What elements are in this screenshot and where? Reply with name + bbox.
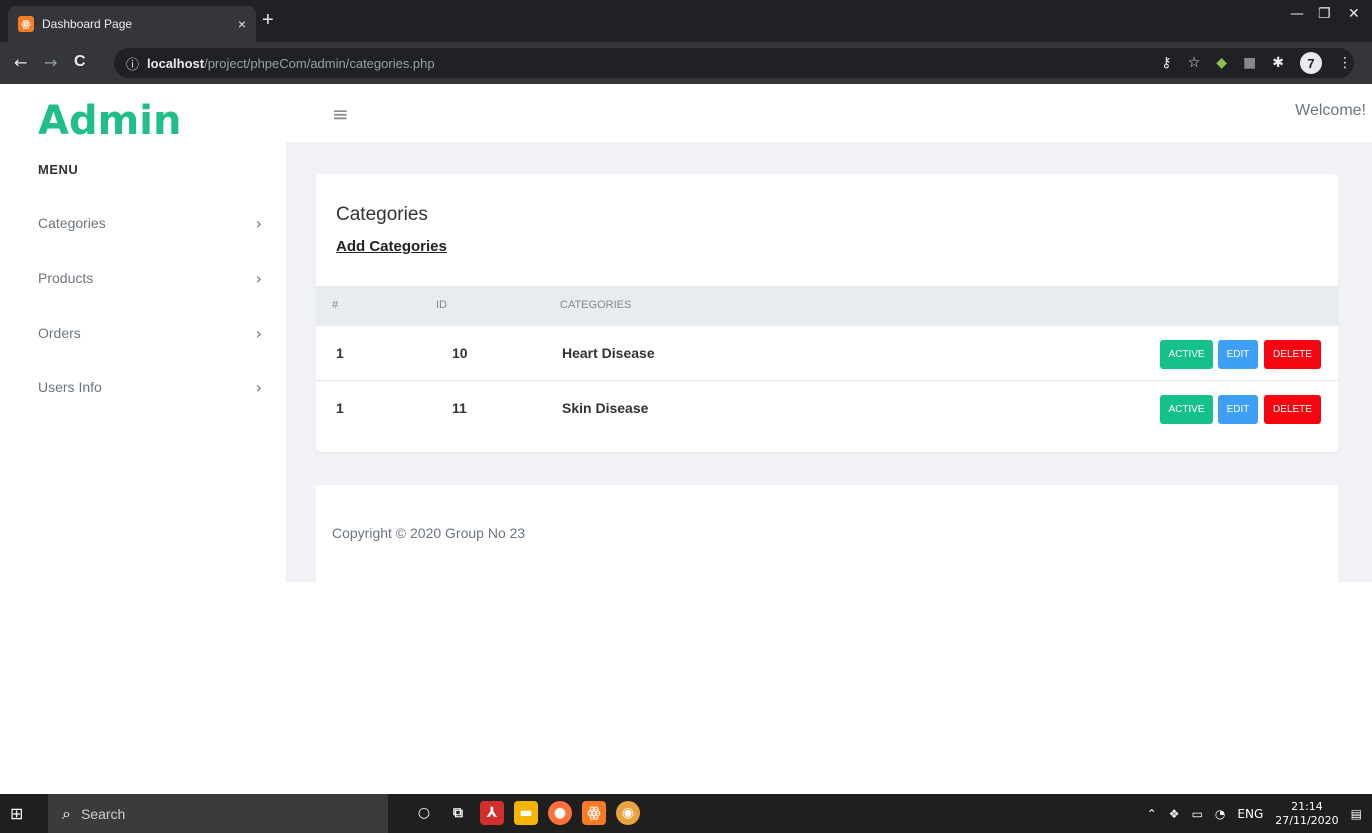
table-row: 1 11 Skin Disease ACTIVE EDIT DELETE (316, 381, 1338, 436)
battery-icon[interactable]: ▭ (1192, 807, 1203, 821)
taskbar-search[interactable]: ⌕ Search (48, 794, 388, 833)
taskbar: ⊞ ⌕ Search ○ ⧉ ⅄ ▬ ● ꙮ ◉ ⌃ ❖ ▭ ◔ ENG 21:… (0, 794, 1372, 833)
extension-icon[interactable]: ◆ (1216, 55, 1227, 74)
delete-button[interactable]: DELETE (1264, 395, 1321, 424)
add-categories-link[interactable]: Add Categories (336, 238, 447, 255)
search-icon: ⌕ (62, 803, 71, 823)
back-icon[interactable]: ← (14, 53, 27, 72)
browser-toolbar: ← → C ⓘ localhost /project/phpeCom/admin… (0, 42, 1372, 84)
menu-title: MENU (38, 162, 79, 177)
forward-icon[interactable]: → (44, 53, 57, 72)
column-header-number: # (332, 299, 339, 311)
close-tab-icon[interactable]: × (238, 16, 246, 32)
topbar: ≡ Welcome! (286, 84, 1372, 142)
page: Admin MENU Categories › Products › Order… (0, 84, 1372, 794)
chevron-right-icon: › (255, 213, 262, 233)
system-tray: ⌃ ❖ ▭ ◔ ENG 21:14 27/11/2020 ▤ (1147, 794, 1362, 833)
sidebar-item-categories[interactable]: Categories › (38, 208, 262, 238)
sidebar-item-label: Orders (38, 325, 81, 341)
chevron-right-icon: › (255, 268, 262, 288)
xampp-icon[interactable]: ꙮ (582, 801, 606, 825)
column-header-id: ID (436, 299, 447, 311)
wifi-icon[interactable]: ◔ (1215, 807, 1225, 821)
url-path: /project/phpeCom/admin/categories.php (204, 55, 435, 71)
profile-avatar[interactable]: 7 (1300, 52, 1322, 74)
clock-time: 21:14 (1291, 799, 1323, 813)
row-number: 1 (336, 400, 344, 416)
new-tab-button[interactable]: + (262, 9, 274, 32)
categories-card: Categories Add Categories # ID CATEGORIE… (316, 174, 1338, 452)
cortana-icon[interactable]: ○ (412, 801, 436, 825)
firefox-icon[interactable]: ● (548, 801, 572, 825)
chevron-right-icon: › (255, 377, 262, 397)
sidebar-item-orders[interactable]: Orders › (38, 318, 262, 348)
more-menu-icon[interactable]: ⋮ (1338, 55, 1352, 74)
acrobat-icon[interactable]: ⅄ (480, 801, 504, 825)
file-explorer-icon[interactable]: ▬ (514, 801, 538, 825)
edit-button[interactable]: EDIT (1218, 340, 1258, 369)
clock[interactable]: 21:14 27/11/2020 (1275, 800, 1338, 828)
chevron-up-icon[interactable]: ⌃ (1147, 807, 1157, 821)
extension-icons: ⚷ ☆ ◆ ■ ✱ 7 ⋮ (1161, 52, 1352, 74)
row-category-name: Skin Disease (562, 400, 649, 416)
chrome-icon[interactable]: ◉ (616, 801, 640, 825)
dropbox-icon[interactable]: ❖ (1169, 807, 1180, 821)
browser-titlebar: ꙮ Dashboard Page × + — ❐ ✕ (0, 0, 1372, 42)
sidebar-item-users-info[interactable]: Users Info › (38, 372, 262, 402)
row-category-name: Heart Disease (562, 345, 655, 361)
minimize-icon[interactable]: — (1290, 6, 1304, 22)
copyright-text: Copyright © 2020 Group No 23 (332, 525, 526, 541)
chevron-right-icon: › (255, 323, 262, 343)
edit-button[interactable]: EDIT (1218, 395, 1258, 424)
key-icon[interactable]: ⚷ (1161, 55, 1171, 74)
welcome-text: Welcome! (1295, 102, 1366, 119)
notification-icon[interactable]: ▤ (1351, 807, 1362, 821)
main-content: Categories Add Categories # ID CATEGORIE… (286, 142, 1372, 582)
row-id: 11 (452, 400, 467, 416)
url-host: localhost (147, 55, 205, 71)
row-number: 1 (336, 345, 344, 361)
logo[interactable]: Admin (38, 98, 181, 144)
table-header: # ID CATEGORIES (316, 286, 1338, 326)
extension-box-icon[interactable]: ■ (1243, 55, 1256, 74)
active-button[interactable]: ACTIVE (1160, 395, 1213, 424)
puzzle-icon[interactable]: ✱ (1272, 55, 1284, 74)
page-title: Categories (336, 204, 428, 225)
sidebar-item-label: Products (38, 270, 94, 286)
sidebar: Admin MENU Categories › Products › Order… (0, 84, 286, 794)
row-id: 10 (452, 345, 468, 361)
restore-icon[interactable]: ❐ (1318, 6, 1331, 22)
browser-tab[interactable]: ꙮ Dashboard Page × (8, 6, 256, 42)
delete-button[interactable]: DELETE (1264, 340, 1321, 369)
close-window-icon[interactable]: ✕ (1348, 6, 1360, 22)
search-placeholder: Search (80, 805, 126, 822)
star-icon[interactable]: ☆ (1188, 55, 1201, 74)
reload-icon[interactable]: C (74, 53, 86, 71)
windows-start-icon[interactable]: ⊞ (10, 804, 23, 823)
sidebar-item-label: Users Info (38, 379, 102, 395)
xampp-icon: ꙮ (18, 16, 34, 32)
table-row: 1 10 Heart Disease ACTIVE EDIT DELETE (316, 326, 1338, 381)
sidebar-item-label: Categories (38, 215, 106, 231)
active-button[interactable]: ACTIVE (1160, 340, 1213, 369)
task-view-icon[interactable]: ⧉ (446, 801, 470, 825)
language-indicator[interactable]: ENG (1237, 807, 1263, 821)
column-header-categories: CATEGORIES (560, 299, 632, 311)
sidebar-item-products[interactable]: Products › (38, 263, 262, 293)
footer: Copyright © 2020 Group No 23 (316, 485, 1338, 582)
clock-date: 27/11/2020 (1275, 813, 1339, 827)
hamburger-menu-icon[interactable]: ≡ (332, 102, 349, 126)
site-info-icon[interactable]: ⓘ (126, 54, 139, 73)
tab-title: Dashboard Page (42, 17, 133, 31)
